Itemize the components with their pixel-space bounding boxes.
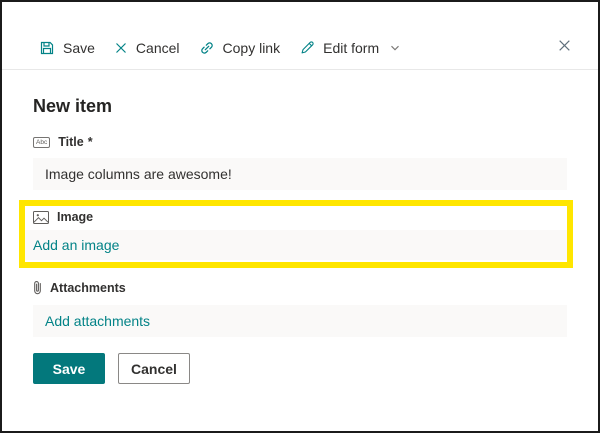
new-item-panel: Save Cancel Copy link bbox=[0, 0, 600, 433]
field-image-label-row: Image bbox=[25, 210, 567, 224]
edit-pencil-icon bbox=[299, 40, 315, 56]
toolbar-copy-link-label: Copy link bbox=[223, 40, 281, 56]
form-footer: Save Cancel bbox=[33, 353, 567, 384]
text-abc-icon: Abc bbox=[33, 137, 50, 148]
form-content: New item Abc Title * bbox=[2, 96, 598, 384]
field-title: Abc Title * bbox=[33, 135, 567, 190]
command-bar: Save Cancel Copy link bbox=[2, 2, 598, 62]
toolbar-cancel-button[interactable]: Cancel bbox=[114, 40, 180, 56]
field-title-label: Title bbox=[58, 135, 83, 149]
toolbar-save-label: Save bbox=[63, 40, 95, 56]
toolbar-edit-form-button[interactable]: Edit form bbox=[299, 40, 401, 56]
field-attachments-label: Attachments bbox=[50, 281, 126, 295]
title-input[interactable] bbox=[45, 166, 555, 182]
save-button[interactable]: Save bbox=[33, 353, 105, 384]
field-attachments-label-row: Attachments bbox=[33, 280, 567, 296]
title-value-box bbox=[33, 158, 567, 190]
link-chain-icon bbox=[199, 40, 215, 56]
toolbar-save-button[interactable]: Save bbox=[39, 40, 95, 56]
field-attachments: Attachments Add attachments bbox=[33, 280, 567, 337]
field-image-highlight: Image Add an image bbox=[19, 200, 573, 268]
paperclip-icon bbox=[33, 280, 42, 296]
required-asterisk: * bbox=[88, 135, 93, 149]
save-floppy-icon bbox=[39, 40, 55, 56]
add-image-link[interactable]: Add an image bbox=[33, 237, 119, 253]
picture-icon bbox=[33, 211, 49, 224]
toolbar-copy-link-button[interactable]: Copy link bbox=[199, 40, 281, 56]
add-attachments-link[interactable]: Add attachments bbox=[45, 313, 150, 329]
attachments-value-box: Add attachments bbox=[33, 305, 567, 337]
image-value-box: Add an image bbox=[25, 230, 567, 260]
chevron-down-icon bbox=[389, 42, 401, 54]
toolbar-cancel-label: Cancel bbox=[136, 40, 180, 56]
page-title: New item bbox=[33, 96, 567, 117]
panel-close-button[interactable] bbox=[557, 38, 572, 58]
close-x-icon bbox=[557, 38, 572, 58]
field-image-label: Image bbox=[57, 210, 93, 224]
toolbar-edit-form-label: Edit form bbox=[323, 40, 379, 56]
toolbar-divider bbox=[2, 69, 598, 70]
cancel-button[interactable]: Cancel bbox=[118, 353, 190, 384]
dismiss-x-icon bbox=[114, 41, 128, 55]
field-title-label-row: Abc Title * bbox=[33, 135, 567, 149]
